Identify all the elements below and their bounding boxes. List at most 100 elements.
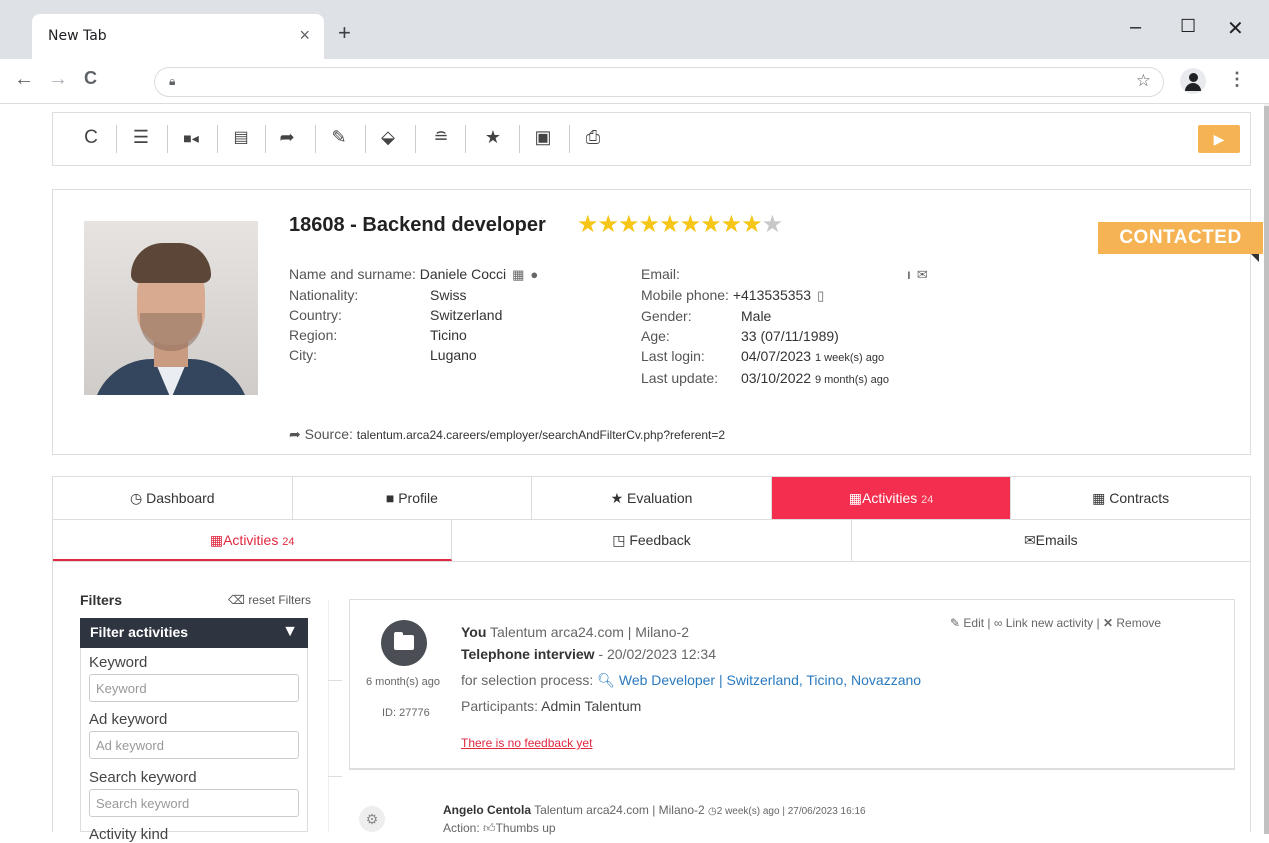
scrollbar-thumb[interactable] [1264,106,1269,834]
tab-contracts[interactable]: ▦ Contracts [1011,477,1250,519]
rating-star-icon[interactable]: ★ [659,211,680,238]
clock-icon: ◷ [708,806,717,817]
profile-right-fields: Email: ı ✉ Mobile phone: +413535353 ▯ Gende… [641,264,928,390]
source-label: Source: [304,426,353,442]
tab-close-icon[interactable]: × [299,25,310,46]
minimize-button[interactable]: – [1130,16,1141,39]
folder-icon: ■ [385,490,395,506]
keyword-label: Keyword [89,654,148,671]
tab-label: Contracts [1109,490,1170,506]
no-feedback-link[interactable]: There is no feedback yet [461,736,592,750]
bookmark-star-icon[interactable]: ☆ [1136,71,1151,91]
address-bar[interactable]: 🔒︎ ☆ [154,67,1164,97]
age-value: 33 (07/11/1989) [741,328,839,344]
document-icon[interactable]: ▤ [229,127,253,147]
keyword-input[interactable] [89,674,299,702]
tab-label: Evaluation [627,490,693,506]
feedback-icon: ◳ [612,532,626,548]
tab-profile[interactable]: ■ Profile [293,477,533,519]
email-icon: ✉ [1023,532,1036,548]
activity-selection-line: for selection process: 🔍︎ Web Developer … [461,672,921,689]
subtab-activities[interactable]: ▦Activities 24 [53,520,453,561]
browser-menu-icon[interactable]: ⋮ [1228,69,1246,90]
reset-filters-link[interactable]: ⌫ reset Filters [228,593,311,607]
briefcase-icon[interactable]: ▣ [531,127,555,148]
rating-star-icon[interactable]: ★ [680,211,701,238]
rating-star-icon[interactable]: ★ [639,211,660,238]
tab-evaluation[interactable]: ★ Evaluation [532,477,772,519]
last-update-ago: 9 month(s) ago [814,374,889,386]
forward-arrow-icon[interactable]: ➦ [275,127,299,148]
thumbs-up-icon: 👍︎ [483,821,496,835]
gender-label: Gender: [641,308,692,324]
star-icon[interactable]: ★ [481,127,505,148]
selection-process-link[interactable]: 🔍︎ Web Developer | Switzerland, Ticino, … [597,672,921,688]
mobile-icon[interactable]: ▯ [817,288,824,303]
calendar-icon[interactable]: ▦ [512,267,524,282]
field-value: Swiss [430,287,467,303]
candidate-photo [84,221,258,395]
back-button[interactable]: ← [14,68,34,91]
close-window-button[interactable]: ✕ [1227,16,1244,41]
profile-avatar[interactable] [1180,68,1206,94]
remove-button[interactable]: ✕ Remove [1103,616,1161,630]
subtab-feedback[interactable]: ◳ Feedback [452,520,852,561]
field-value: Lugano [430,347,477,363]
participants-label: Participants: [461,698,539,714]
subtab-label: Feedback [629,532,691,548]
play-button[interactable]: ▶ [1198,125,1240,153]
search-keyword-input[interactable] [89,789,299,817]
edit-button[interactable]: ✎ Edit [950,616,984,630]
gender-value: Male [741,308,772,324]
rating-star-icon[interactable]: ★ [598,211,619,238]
forward-button[interactable]: → [48,68,68,91]
activity-datetime: - 20/02/2023 12:34 [598,646,716,662]
email-icon[interactable]: ✉ [917,267,928,282]
profile-field-row: Region: Ticino [289,325,538,345]
field-label: Nationality: [289,287,359,303]
source-url[interactable]: talentum.arca24.careers/employer/searchA… [357,428,725,442]
email-value[interactable]: ı [907,266,911,282]
sub-tabs: ▦Activities 24 ◳ Feedback ✉Emails [52,520,1251,562]
contract-icon: ▦ [1092,490,1106,506]
calendar-icon: ▦ [848,490,862,506]
browser-tab[interactable]: New Tab × [32,14,324,59]
candidate-profile-card: 18608 - Backend developer ★★★★★★★★★★ CON… [52,189,1263,455]
url-input[interactable] [189,72,1089,94]
field-label: Country: [289,307,342,323]
rating-star-icon[interactable]: ★ [700,211,721,238]
profile-field-row: Nationality: Swiss [289,285,538,305]
tab-dashboard[interactable]: ◷ Dashboard [53,477,293,519]
pencil-icon[interactable]: ✎ [327,127,351,148]
source-line: ➦ Source: talentum.arca24.careers/employ… [289,426,725,443]
funnel-icon[interactable]: ▼ [282,618,298,646]
tab-label: Profile [398,490,438,506]
star-rating[interactable]: ★★★★★★★★★★ [577,210,783,239]
rating-star-icon[interactable]: ★ [762,211,783,238]
phone-value[interactable]: +413535353 [733,287,811,303]
reload-button[interactable]: C [84,68,97,89]
selection-label: for selection process: [461,672,594,688]
new-tab-button[interactable]: + [338,20,351,46]
printer-icon[interactable]: ⎙ [581,127,605,148]
chat-icon[interactable]: ● [530,267,538,282]
list-icon[interactable]: ☰ [129,127,153,148]
stack-icon[interactable]: ≘ [429,127,453,148]
tab-activities[interactable]: ▦Activities 24 [771,477,1012,519]
maximize-button[interactable]: ☐ [1180,16,1196,37]
profile-left-fields: Name and surname: Daniele Cocci ▦ ● Nationa… [289,264,538,365]
activity-company: Talentum arca24.com | Milano-2 [490,624,689,640]
rating-star-icon[interactable]: ★ [618,211,639,238]
rating-star-icon[interactable]: ★ [577,211,598,238]
subtab-emails[interactable]: ✉Emails [852,520,1250,561]
download-icon[interactable]: ⬙ [376,127,400,148]
selection-link-text: Web Developer | Switzerland, Ticino, Nov… [618,672,922,688]
rating-star-icon[interactable]: ★ [741,211,762,238]
age-label: Age: [641,328,670,344]
video-icon[interactable]: ■◂ [179,130,203,147]
page-scrollbar[interactable] [1264,104,1269,834]
link-activity-button[interactable]: ∞ Link new activity [994,616,1093,630]
rating-star-icon[interactable]: ★ [721,211,742,238]
ad-keyword-input[interactable] [89,731,299,759]
reload-icon[interactable]: C [79,127,103,149]
